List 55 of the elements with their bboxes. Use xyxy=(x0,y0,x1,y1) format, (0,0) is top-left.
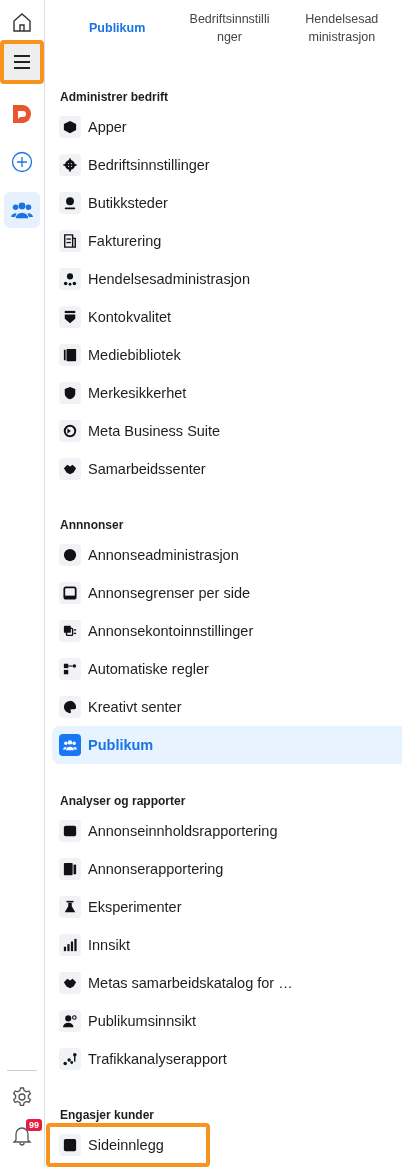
nav-item[interactable]: Innsikt xyxy=(52,926,402,964)
flow-icon xyxy=(59,658,81,680)
settings-icon xyxy=(11,1086,33,1108)
nav-item[interactable]: Apper xyxy=(52,108,402,146)
person-search-icon xyxy=(59,1010,81,1032)
scatter-icon xyxy=(59,1048,81,1070)
section-heading: Analyser og rapporter xyxy=(59,793,187,810)
palette-icon xyxy=(59,696,81,718)
nav-item[interactable]: Eksperimenter xyxy=(52,888,402,926)
nav-item[interactable]: Publikumsinnsikt xyxy=(52,1002,402,1040)
tab[interactable]: Bedriftsinnstillinger xyxy=(173,6,286,50)
nav-item[interactable]: Kontokvalitet xyxy=(52,298,402,336)
nodes-icon xyxy=(59,268,81,290)
report-icon xyxy=(59,858,81,880)
flask-icon xyxy=(59,896,81,918)
speech-logo-icon xyxy=(11,103,33,125)
nav-item[interactable]: Publikum xyxy=(52,726,402,764)
shield-icon xyxy=(59,382,81,404)
nav-item[interactable]: Butikksteder xyxy=(52,184,402,222)
nav-item[interactable]: Trafikkanalyserapport xyxy=(52,1040,402,1078)
photos-icon xyxy=(59,344,81,366)
nav-item[interactable]: Hendelsesadministrasjon xyxy=(52,260,402,298)
tab[interactable]: Publikum xyxy=(61,6,174,50)
home-icon xyxy=(11,11,33,33)
nav-item[interactable]: Annonseadministrasjon xyxy=(52,536,402,574)
nav-item[interactable]: Annonsegrenser per side xyxy=(52,574,402,612)
section-heading: Annnonser xyxy=(59,517,125,534)
post-icon xyxy=(59,1134,81,1156)
receipt-icon xyxy=(59,230,81,252)
nav-item[interactable]: Annonseinnholdsrapportering xyxy=(52,812,402,850)
section-heading: Administrer bedrift xyxy=(59,89,169,106)
plus-circle-icon xyxy=(11,151,33,173)
nav-item[interactable]: Metas samarbeidskatalog for … xyxy=(52,964,402,1002)
bar-chart-icon xyxy=(59,934,81,956)
notification-badge: 99 xyxy=(26,1119,42,1131)
nav-item[interactable]: Bedriftsinnstillinger xyxy=(52,146,402,184)
nav-item[interactable]: Annonserapportering xyxy=(52,850,402,888)
image-icon xyxy=(59,820,81,842)
badge-icon xyxy=(59,306,81,328)
nav-item[interactable]: Mediebibliotek xyxy=(52,336,402,374)
tablet-icon xyxy=(59,582,81,604)
nav-item[interactable]: Kreativt senter xyxy=(52,688,402,726)
nav-item[interactable]: Meta Business Suite xyxy=(52,412,402,450)
nav-item[interactable]: Sideinnlegg xyxy=(46,1123,210,1167)
section-heading: Engasjer kunder xyxy=(59,1107,156,1124)
stacked-cards-icon xyxy=(59,620,81,642)
people-icon xyxy=(59,734,81,756)
nav-item[interactable]: Merkesikkerhet xyxy=(52,374,402,412)
tab[interactable]: Hendelsesadministrasjon xyxy=(285,6,398,50)
nav-item[interactable]: Automatiske regler xyxy=(52,650,402,688)
nav-item[interactable]: Annonsekontoinnstillinger xyxy=(52,612,402,650)
rail-button[interactable] xyxy=(0,40,44,84)
nav-item[interactable]: Fakturering xyxy=(52,222,402,260)
nav-item[interactable]: Samarbeidssenter xyxy=(52,450,402,488)
cube-icon xyxy=(59,116,81,138)
